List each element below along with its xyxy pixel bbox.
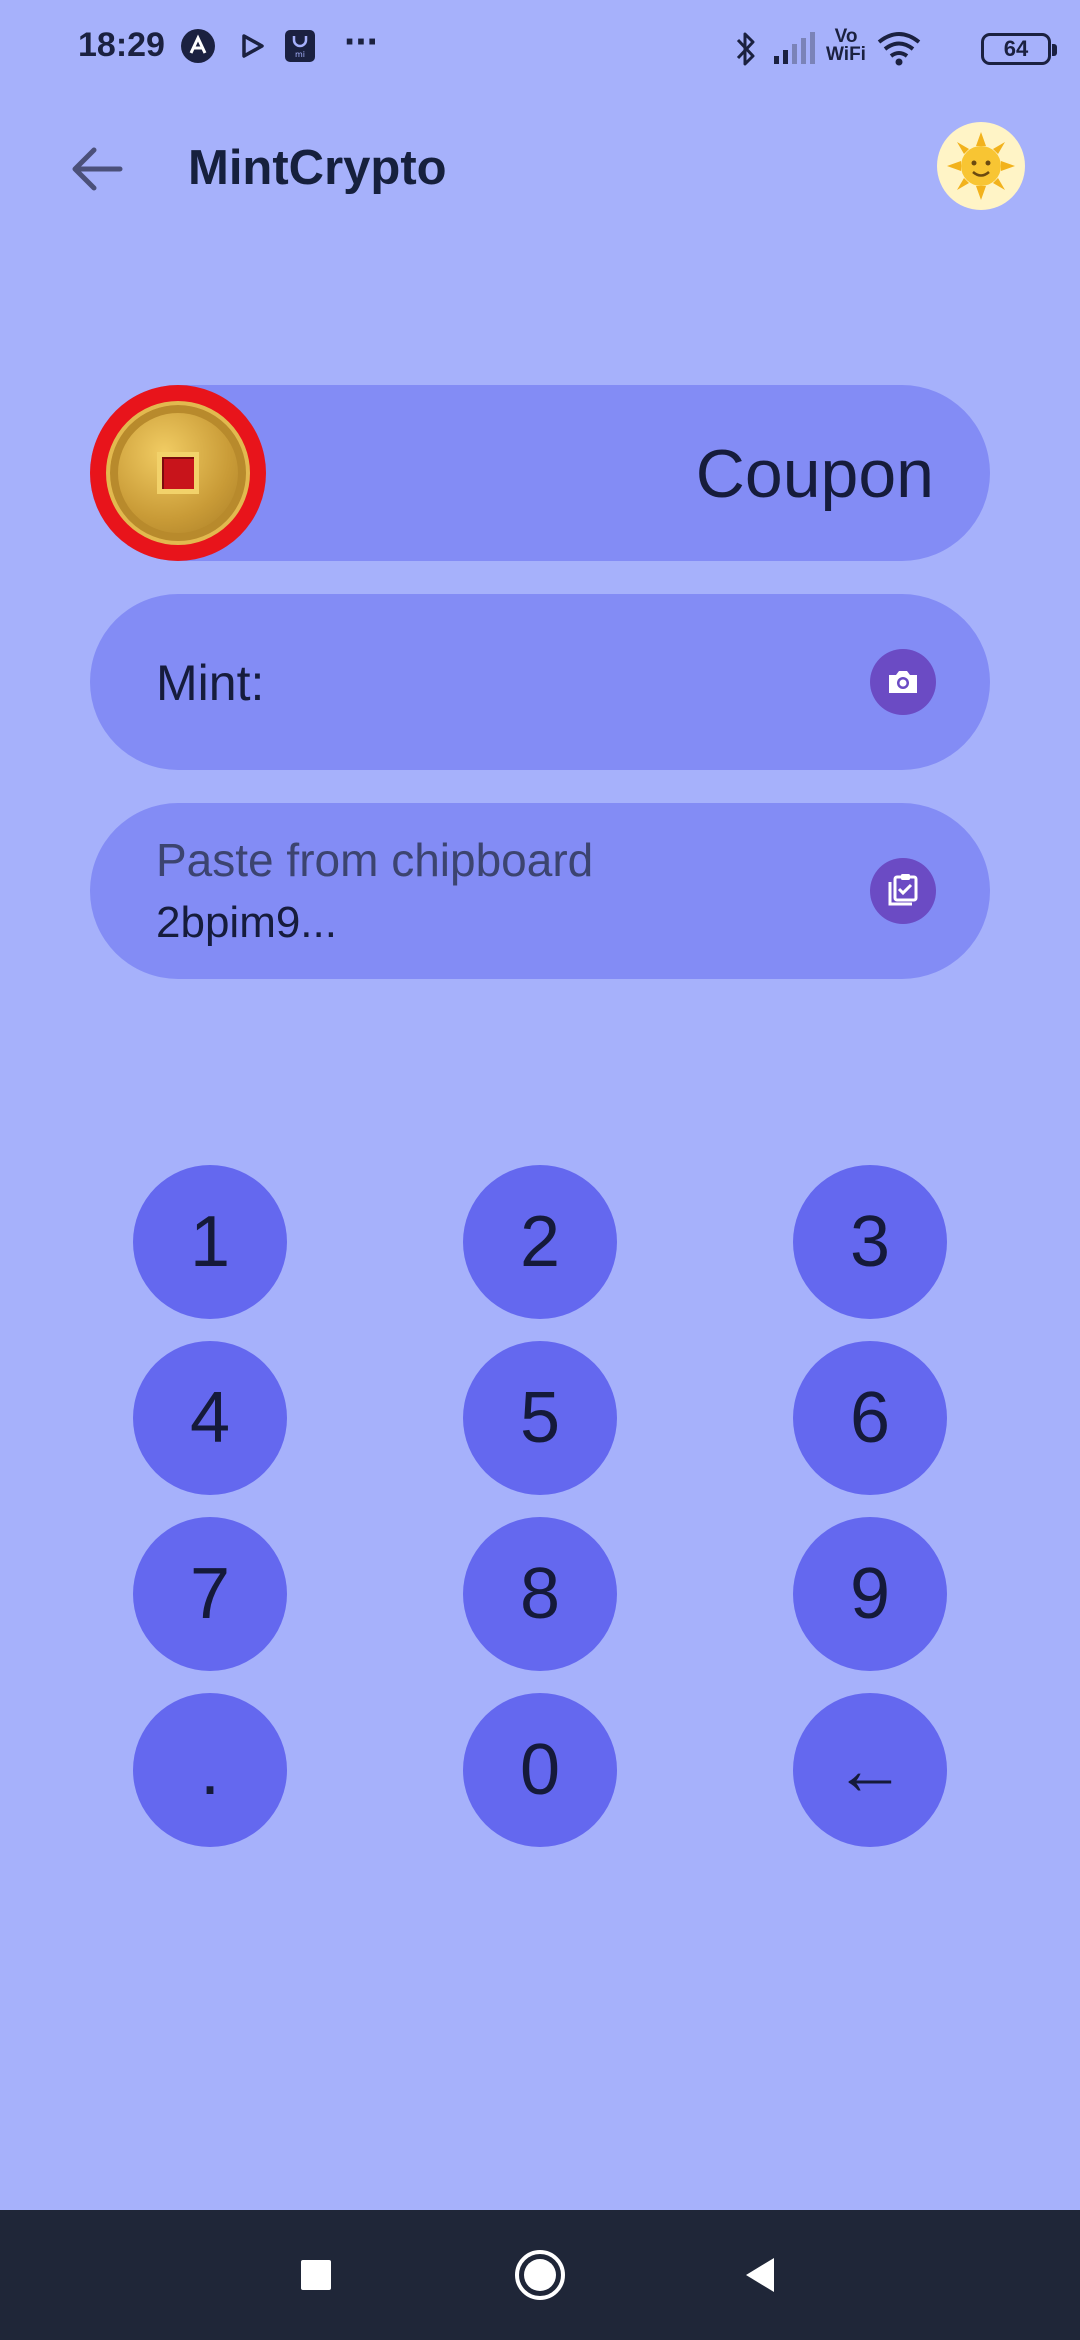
play-store-icon bbox=[238, 28, 268, 69]
key-4[interactable]: 4 bbox=[133, 1341, 287, 1495]
camera-icon bbox=[889, 671, 917, 693]
key-decimal[interactable]: . bbox=[133, 1693, 287, 1847]
key-0[interactable]: 0 bbox=[463, 1693, 617, 1847]
home-button[interactable] bbox=[480, 2210, 600, 2340]
back-triangle-icon bbox=[746, 2258, 774, 2292]
clipboard-check-icon bbox=[888, 874, 918, 906]
vowifi-icon: Vo WiFi bbox=[826, 27, 866, 65]
mint-label: Mint: bbox=[156, 655, 265, 711]
key-6[interactable]: 6 bbox=[793, 1341, 947, 1495]
paste-field[interactable]: Paste from chipboard 2bpim9... bbox=[90, 803, 990, 979]
scan-camera-button[interactable] bbox=[870, 649, 936, 715]
key-backspace[interactable]: ← bbox=[793, 1693, 947, 1847]
key-8[interactable]: 8 bbox=[463, 1517, 617, 1671]
recents-square-icon bbox=[301, 2260, 331, 2290]
recents-button[interactable] bbox=[256, 2210, 376, 2340]
key-7[interactable]: 7 bbox=[133, 1517, 287, 1671]
home-circle-icon bbox=[515, 2250, 565, 2300]
status-time: 18:29 bbox=[78, 26, 165, 64]
app-title: MintCrypto bbox=[188, 141, 447, 195]
sun-face-icon bbox=[947, 132, 1015, 200]
key-9[interactable]: 9 bbox=[793, 1517, 947, 1671]
avatar-button[interactable] bbox=[937, 122, 1025, 210]
mi-store-icon: mi bbox=[283, 28, 317, 69]
coupon-label: Coupon bbox=[695, 436, 934, 512]
battery-icon: 64 bbox=[981, 33, 1057, 65]
more-dots-icon: ··· bbox=[344, 20, 380, 64]
svg-text:mi: mi bbox=[295, 50, 305, 59]
bluetooth-icon bbox=[733, 30, 759, 73]
arrow-left-icon bbox=[72, 147, 123, 191]
coin-face bbox=[106, 401, 250, 545]
system-back-button[interactable] bbox=[700, 2210, 820, 2340]
arc-logo-icon bbox=[180, 28, 216, 69]
key-1[interactable]: 1 bbox=[133, 1165, 287, 1319]
back-button[interactable] bbox=[62, 134, 132, 204]
mint-field[interactable]: Mint: bbox=[90, 594, 990, 770]
signal-icon bbox=[772, 30, 816, 71]
key-2[interactable]: 2 bbox=[463, 1165, 617, 1319]
coupon-selector[interactable]: Coupon bbox=[90, 385, 990, 561]
vowifi-bottom: WiFi bbox=[826, 44, 866, 65]
paste-clipboard-button[interactable] bbox=[870, 858, 936, 924]
status-bar: 18:29 mi ··· Vo WiFi 64 bbox=[0, 0, 1080, 100]
coin-square-hole bbox=[157, 452, 199, 494]
wifi-icon bbox=[876, 30, 922, 71]
app-bar: MintCrypto bbox=[0, 110, 1080, 225]
paste-label: Paste from chipboard bbox=[156, 834, 594, 886]
gold-coin-icon bbox=[90, 385, 266, 561]
system-nav-bar bbox=[0, 2210, 1080, 2340]
key-5[interactable]: 5 bbox=[463, 1341, 617, 1495]
key-3[interactable]: 3 bbox=[793, 1165, 947, 1319]
paste-value: 2bpim9... bbox=[156, 898, 337, 947]
